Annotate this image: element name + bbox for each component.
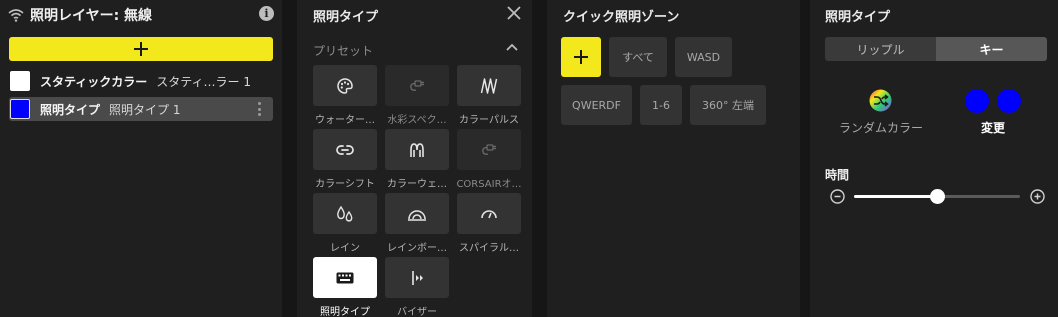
preset-label: 水彩スペク… bbox=[387, 115, 447, 126]
preset-label: バイザー bbox=[397, 307, 437, 317]
lighting-type-title: 照明タイプ bbox=[313, 10, 379, 25]
chevron-up-icon[interactable] bbox=[506, 42, 518, 52]
spiral-icon bbox=[481, 209, 497, 218]
preset-tile-color-shift[interactable] bbox=[313, 129, 377, 170]
preset-label: レインボー… bbox=[387, 243, 447, 254]
lighting-options-title: 照明タイプ bbox=[825, 10, 891, 25]
shuffle-icon[interactable] bbox=[869, 89, 892, 112]
change-label[interactable]: 変更 bbox=[970, 119, 1016, 136]
quick-zones-title: クイック照明ゾーン bbox=[563, 10, 680, 25]
tab-ripple[interactable]: リップル bbox=[825, 37, 936, 61]
preset-label: スパイラル… bbox=[459, 243, 519, 254]
preset-tile-rain[interactable] bbox=[313, 193, 377, 234]
preset-label: カラーパルス bbox=[459, 115, 519, 126]
wireless-icon bbox=[8, 9, 24, 22]
color-swatch bbox=[10, 99, 30, 119]
rain-icon bbox=[337, 205, 353, 222]
plus-icon bbox=[134, 42, 148, 56]
zone-1-6-button[interactable]: 1-6 bbox=[640, 85, 682, 125]
lighting-options-panel: 照明タイプ リップル キー ランダムカラー 変更 時間 bbox=[810, 0, 1058, 317]
mode-segmented-control: リップル キー bbox=[825, 37, 1047, 61]
layer-name: スタティックカラー bbox=[40, 74, 148, 89]
preset-label: ウォーター… bbox=[315, 115, 375, 126]
preset-section-label: プリセット bbox=[313, 44, 374, 58]
preset-label: 照明タイプ bbox=[320, 307, 370, 317]
zone-qwerdf-button[interactable]: QWERDF bbox=[561, 85, 632, 125]
info-icon[interactable]: i bbox=[259, 6, 274, 21]
more-options-icon[interactable] bbox=[258, 102, 261, 116]
layer-subtitle: 照明タイプ 1 bbox=[109, 102, 181, 117]
palette-icon bbox=[337, 77, 353, 94]
keyboard-icon bbox=[336, 272, 354, 283]
wave-icon bbox=[410, 142, 424, 157]
close-icon[interactable] bbox=[507, 6, 521, 20]
preset-tile-water[interactable] bbox=[313, 65, 377, 106]
preset-tile-watercolor[interactable] bbox=[385, 65, 449, 106]
layer-row-lighting-type[interactable]: 照明タイプ 照明タイプ 1 bbox=[9, 97, 273, 121]
random-color-label[interactable]: ランダムカラー bbox=[830, 119, 932, 136]
preset-tile-color-wave[interactable] bbox=[385, 129, 449, 170]
visor-icon bbox=[412, 270, 423, 285]
time-label: 時間 bbox=[825, 168, 850, 182]
preset-tile-corsair[interactable] bbox=[457, 129, 521, 170]
zone-all-button[interactable]: すべて bbox=[609, 37, 667, 77]
decrease-icon[interactable] bbox=[830, 189, 845, 204]
lighting-type-panel: 照明タイプ プリセット ウォーター… 水彩スペク… カラーパルス カラーシフト bbox=[297, 0, 532, 317]
preset-tile-visor[interactable] bbox=[385, 257, 449, 298]
preset-tile-spiral[interactable] bbox=[457, 193, 521, 234]
plug-icon bbox=[482, 143, 496, 155]
preset-label: CORSAIRオ… bbox=[456, 179, 522, 190]
color-swatch-2[interactable] bbox=[997, 89, 1021, 113]
time-slider-fill bbox=[854, 195, 937, 198]
pulse-icon bbox=[480, 77, 498, 94]
zone-360-left-button[interactable]: 360° 左端 bbox=[690, 85, 766, 125]
time-slider-thumb[interactable] bbox=[929, 189, 945, 204]
add-zone-button[interactable] bbox=[561, 37, 601, 77]
link-icon bbox=[336, 144, 354, 155]
preset-tile-rainbow[interactable] bbox=[385, 193, 449, 234]
layers-header: 照明レイヤー: 無線 i bbox=[8, 4, 276, 26]
lighting-layers-panel: 照明レイヤー: 無線 i スタティックカラー スタティ…ラー 1 照明タイプ 照… bbox=[0, 0, 282, 317]
add-layer-button[interactable] bbox=[9, 37, 273, 61]
color-swatch-1[interactable] bbox=[965, 89, 989, 113]
zone-wasd-button[interactable]: WASD bbox=[675, 37, 732, 77]
layer-row-static-color[interactable]: スタティックカラー スタティ…ラー 1 bbox=[9, 69, 273, 93]
preset-tile-color-pulse[interactable] bbox=[457, 65, 521, 106]
layers-title: 照明レイヤー: 無線 bbox=[30, 8, 153, 24]
preset-tile-lighting-type[interactable] bbox=[313, 257, 377, 298]
color-swatch bbox=[10, 71, 30, 91]
plus-icon bbox=[574, 50, 588, 64]
layer-subtitle: スタティ…ラー 1 bbox=[156, 74, 252, 89]
preset-label: カラーシフト bbox=[315, 179, 375, 190]
increase-icon[interactable] bbox=[1030, 189, 1045, 204]
quick-zones-panel: クイック照明ゾーン すべて WASD QWERDF 1-6 360° 左端 bbox=[547, 0, 800, 317]
preset-label: レイン bbox=[330, 243, 360, 254]
plug-icon bbox=[410, 79, 424, 91]
tab-key[interactable]: キー bbox=[936, 37, 1047, 61]
preset-label: カラーウェ… bbox=[387, 179, 447, 190]
rainbow-icon bbox=[408, 209, 426, 221]
layer-name: 照明タイプ bbox=[40, 102, 101, 117]
